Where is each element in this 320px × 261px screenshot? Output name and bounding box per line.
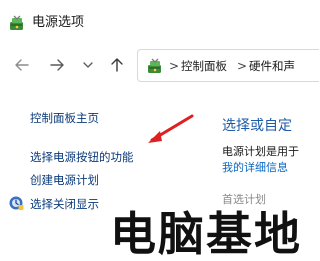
arrow-left-icon[interactable]: [13, 56, 31, 74]
svg-text:电脑基地: 电脑基地: [110, 207, 302, 259]
address-bar[interactable]: > 控制面板 > 硬件和声: [137, 49, 319, 82]
watermark-logo: 电脑基地: [108, 205, 303, 259]
page-heading: 选择或自定: [222, 118, 292, 134]
title-bar: 电源选项: [0, 0, 309, 44]
breadcrumb-separator[interactable]: >: [237, 58, 247, 74]
breadcrumb-hardware-sound[interactable]: 硬件和声: [249, 58, 295, 74]
choose-power-buttons-link[interactable]: 选择电源按钮的功能: [30, 149, 134, 165]
breadcrumb-control-panel[interactable]: 控制面板: [181, 58, 227, 74]
choose-display-off-link[interactable]: 选择关闭显示: [30, 196, 99, 212]
control-panel-icon: [146, 57, 164, 75]
arrow-up-icon[interactable]: [108, 56, 126, 74]
arrow-right-icon[interactable]: [48, 56, 66, 74]
breadcrumb-separator[interactable]: >: [169, 58, 179, 74]
power-options-icon: [8, 14, 26, 32]
shield-icon: [8, 195, 24, 211]
plan-description: 电源计划是用于: [222, 145, 299, 158]
navigation-bar: > 控制面板 > 硬件和声: [0, 44, 319, 88]
control-panel-home-link[interactable]: 控制面板主页: [30, 110, 99, 126]
window-title: 电源选项: [32, 15, 85, 30]
create-power-plan-link[interactable]: 创建电源计划: [30, 172, 99, 188]
details-link[interactable]: 我的详细信息: [222, 160, 288, 175]
chevron-down-icon[interactable]: [79, 56, 97, 74]
